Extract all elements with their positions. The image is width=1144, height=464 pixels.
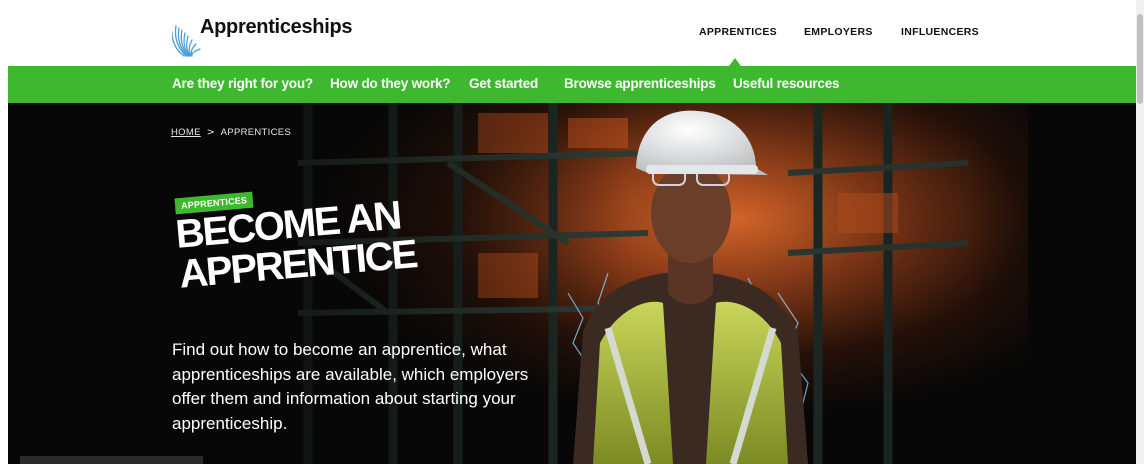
page-scrollbar[interactable] — [1136, 0, 1144, 464]
section-nav: Are they right for you? How do they work… — [8, 66, 1136, 103]
hero-description: Find out how to become an apprentice, wh… — [172, 340, 529, 433]
breadcrumb: HOME > APPRENTICES — [171, 122, 291, 138]
audience-link-employers[interactable]: EMPLOYERS — [804, 26, 873, 38]
site-header: Apprenticeships APPRENTICES EMPLOYERS IN… — [0, 0, 1144, 66]
audience-link-influencers[interactable]: INFLUENCERS — [901, 26, 979, 38]
active-caret-indicator — [729, 58, 741, 66]
section-link-browse-apprenticeships[interactable]: Browse apprenticeships — [564, 76, 716, 91]
section-link-right-for-you[interactable]: Are they right for you? — [172, 76, 313, 91]
bottom-strip — [20, 456, 203, 464]
chevron-right-icon: > — [206, 127, 215, 138]
section-link-get-started[interactable]: Get started — [469, 76, 538, 91]
section-link-how-do-they-work[interactable]: How do they work? — [330, 76, 451, 91]
breadcrumb-current: APPRENTICES — [220, 127, 292, 138]
audience-nav: APPRENTICES EMPLOYERS INFLUENCERS — [0, 26, 1144, 40]
hero-banner: HOME > APPRENTICES APPRENTICES BECOME AN A… — [8, 103, 1136, 464]
scrollbar-thumb[interactable] — [1137, 14, 1143, 104]
section-link-useful-resources[interactable]: Useful resources — [733, 76, 840, 91]
audience-link-apprentices[interactable]: APPRENTICES — [699, 26, 777, 38]
breadcrumb-home-link[interactable]: HOME — [171, 127, 201, 138]
